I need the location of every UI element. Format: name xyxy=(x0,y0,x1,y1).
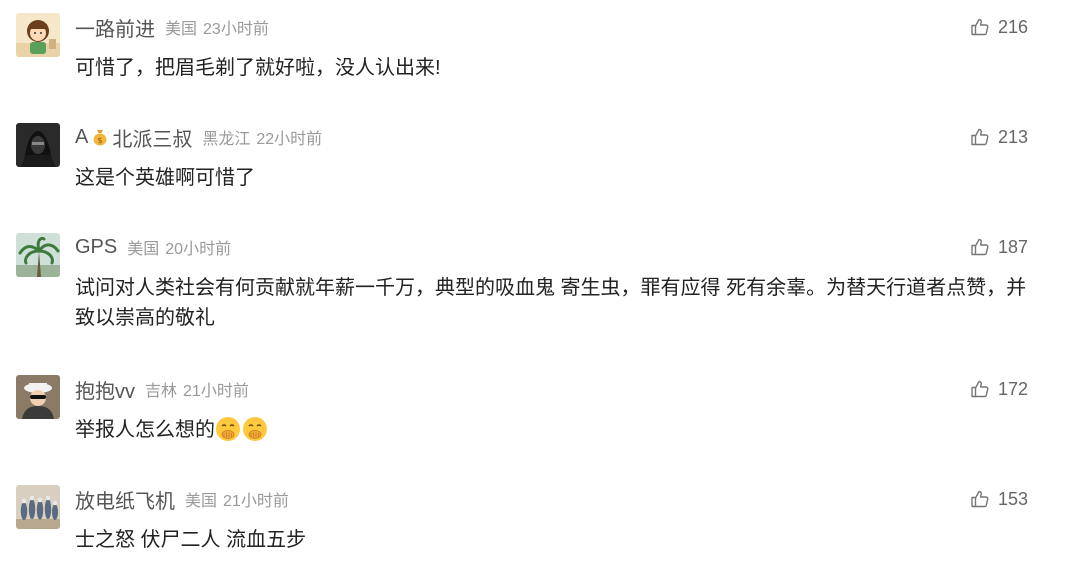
username-suffix[interactable]: 北派三叔 xyxy=(112,123,192,152)
username[interactable]: A xyxy=(75,126,88,149)
thumbs-up-icon xyxy=(971,128,989,146)
like-button[interactable]: 216 xyxy=(970,13,1028,41)
timestamp: 21小时前 xyxy=(223,493,289,510)
svg-text:$: $ xyxy=(98,136,103,145)
comment-meta: A $ 北派三叔 黑龙江 22小时前 xyxy=(75,123,322,151)
avatar[interactable] xyxy=(16,375,60,419)
comment-meta: 抱抱vv 吉林 21小时前 xyxy=(75,375,249,403)
money-bag-icon: $ xyxy=(90,127,110,147)
username[interactable]: 抱抱vv xyxy=(75,375,135,404)
comment-item: 抱抱vv 吉林 21小时前 举报人怎么想的 172 xyxy=(0,375,1074,455)
username[interactable]: 一路前进 xyxy=(75,13,155,42)
like-button[interactable]: 187 xyxy=(970,233,1028,261)
thumbs-up-icon xyxy=(971,380,989,398)
username[interactable]: GPS xyxy=(75,236,117,259)
comment-meta: GPS 美国 20小时前 xyxy=(75,233,231,261)
timestamp: 21小时前 xyxy=(183,383,249,400)
timestamp: 20小时前 xyxy=(165,241,232,258)
like-button[interactable]: 213 xyxy=(970,123,1028,151)
comment-item: A $ 北派三叔 黑龙江 22小时前 这是个英雄啊可惜了 213 xyxy=(0,123,1074,203)
avatar[interactable] xyxy=(16,485,60,529)
like-count: 172 xyxy=(998,378,1029,399)
like-count: 187 xyxy=(998,236,1029,257)
avatar[interactable] xyxy=(16,123,60,167)
comment-item: GPS 美国 20小时前 试问对人类社会有何贡献就年薪一千万，典型的吸血鬼 寄生… xyxy=(0,233,1074,343)
timestamp: 22小时前 xyxy=(256,131,323,148)
like-button[interactable]: 172 xyxy=(970,375,1028,403)
avatar[interactable] xyxy=(16,233,60,277)
comment-text: 试问对人类社会有何贡献就年薪一千万，典型的吸血鬼 寄生虫，罪有应得 死有余辜。为… xyxy=(75,277,1027,329)
avatar[interactable] xyxy=(16,13,60,57)
comment-list: 一路前进 美国 23小时前 可惜了，把眉毛剃了就好啦，没人认出来! 216 A xyxy=(0,0,1074,568)
thumbs-up-icon xyxy=(971,18,989,36)
hand-over-mouth-emoji xyxy=(243,417,267,441)
location: 美国 xyxy=(165,21,198,38)
like-count: 153 xyxy=(998,488,1029,509)
like-button[interactable]: 153 xyxy=(970,485,1028,513)
like-count: 213 xyxy=(998,126,1029,147)
location: 美国 xyxy=(127,241,160,258)
timestamp: 23小时前 xyxy=(203,21,269,38)
comment-meta: 一路前进 美国 23小时前 xyxy=(75,13,269,41)
hand-over-mouth-emoji xyxy=(216,417,240,441)
like-count: 216 xyxy=(998,16,1029,37)
comment-text: 士之怒 伏尸二人 流血五步 xyxy=(75,529,307,551)
comment-item: 一路前进 美国 23小时前 可惜了，把眉毛剃了就好啦，没人认出来! 216 xyxy=(0,13,1074,93)
comment-text: 可惜了，把眉毛剃了就好啦，没人认出来! xyxy=(75,57,441,79)
comment-text: 举报人怎么想的 xyxy=(75,415,1035,445)
thumbs-up-icon xyxy=(971,490,989,508)
comment-text-body: 举报人怎么想的 xyxy=(75,419,215,441)
location: 黑龙江 xyxy=(202,131,251,148)
location: 吉林 xyxy=(145,383,178,400)
comment-item: 放电纸飞机 美国 21小时前 士之怒 伏尸二人 流血五步 153 xyxy=(0,485,1074,565)
thumbs-up-icon xyxy=(971,238,989,256)
location: 美国 xyxy=(185,493,218,510)
comment-text: 这是个英雄啊可惜了 xyxy=(75,167,255,189)
username[interactable]: 放电纸飞机 xyxy=(75,485,175,514)
comment-meta: 放电纸飞机 美国 21小时前 xyxy=(75,485,289,513)
